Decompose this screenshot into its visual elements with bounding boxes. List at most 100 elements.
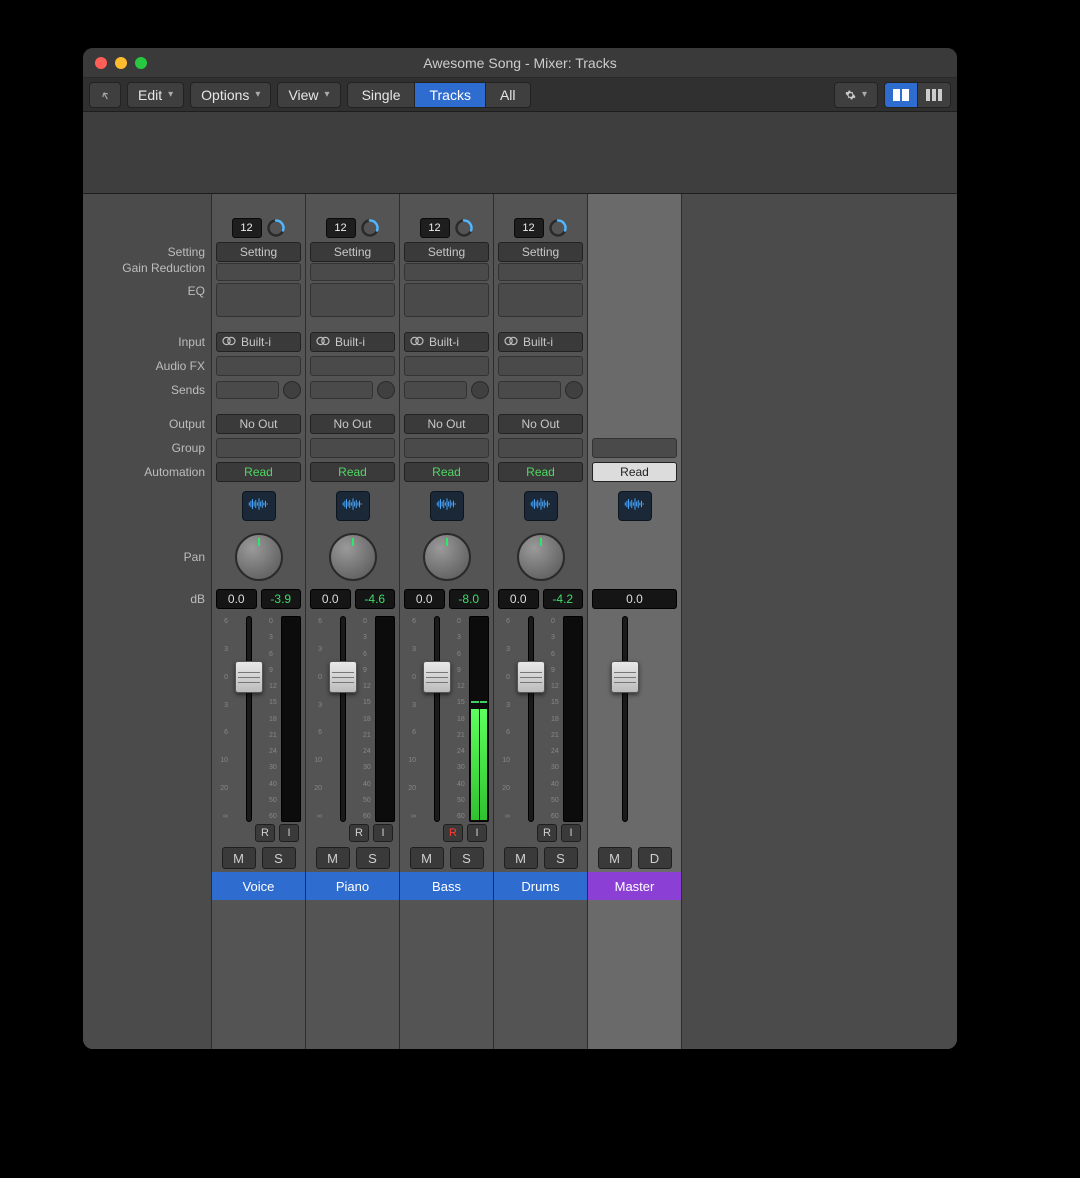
peak-db-value[interactable]: -4.6 — [355, 589, 396, 609]
dim-button[interactable]: D — [638, 847, 672, 869]
track-type-icon[interactable] — [242, 491, 276, 521]
mute-button[interactable]: M — [410, 847, 444, 869]
group-slot[interactable] — [216, 438, 301, 458]
output-slot[interactable]: No Out — [498, 414, 583, 434]
volume-fader[interactable] — [246, 616, 252, 822]
peak-db-value[interactable]: -8.0 — [449, 589, 490, 609]
input-slot[interactable]: Built-i — [404, 332, 489, 352]
group-slot[interactable] — [498, 438, 583, 458]
send-level-knob[interactable] — [377, 381, 395, 399]
options-menu[interactable]: Options▾ — [190, 82, 271, 108]
automation-mode[interactable]: Read — [216, 462, 301, 482]
mute-button[interactable]: M — [504, 847, 538, 869]
track-name-label[interactable]: Voice — [212, 872, 305, 900]
narrow-layout-button[interactable] — [918, 83, 950, 107]
record-enable-button[interactable]: R — [349, 824, 369, 842]
send-level-knob[interactable] — [471, 381, 489, 399]
input-slot[interactable]: Built-i — [498, 332, 583, 352]
settings-menu[interactable]: ▾ — [834, 82, 878, 108]
fader-handle[interactable] — [423, 661, 451, 693]
input-gain-knob[interactable] — [548, 218, 568, 238]
volume-fader[interactable] — [340, 616, 346, 822]
input-slot[interactable]: Built-i — [310, 332, 395, 352]
midi-channel-value[interactable]: 12 — [232, 218, 262, 238]
automation-mode[interactable]: Read — [310, 462, 395, 482]
audio-fx-slot[interactable] — [216, 356, 301, 376]
send-level-knob[interactable] — [565, 381, 583, 399]
edit-menu[interactable]: Edit▾ — [127, 82, 184, 108]
input-gain-knob[interactable] — [266, 218, 286, 238]
input-monitor-button[interactable]: I — [561, 824, 581, 842]
group-slot[interactable] — [592, 438, 677, 458]
volume-fader[interactable] — [434, 616, 440, 822]
midi-channel-value[interactable]: 12 — [514, 218, 544, 238]
solo-button[interactable]: S — [356, 847, 390, 869]
output-slot[interactable]: No Out — [310, 414, 395, 434]
track-name-label[interactable]: Piano — [306, 872, 399, 900]
view-mode-tracks[interactable]: Tracks — [415, 83, 485, 107]
record-enable-button[interactable]: R — [255, 824, 275, 842]
record-enable-button[interactable]: R — [443, 824, 463, 842]
automation-mode[interactable]: Read — [404, 462, 489, 482]
send-slot[interactable] — [404, 381, 467, 399]
wide-layout-button[interactable] — [885, 83, 918, 107]
fader-db-value[interactable]: 0.0 — [592, 589, 677, 609]
mute-button[interactable]: M — [316, 847, 350, 869]
automation-mode[interactable]: Read — [498, 462, 583, 482]
fader-handle[interactable] — [235, 661, 263, 693]
midi-channel-value[interactable]: 12 — [326, 218, 356, 238]
track-name-label[interactable]: Drums — [494, 872, 587, 900]
input-slot[interactable]: Built-i — [216, 332, 301, 352]
peak-db-value[interactable]: -4.2 — [543, 589, 584, 609]
fader-db-value[interactable]: 0.0 — [216, 589, 257, 609]
send-slot[interactable] — [498, 381, 561, 399]
fader-handle[interactable] — [611, 661, 639, 693]
midi-channel-value[interactable]: 12 — [420, 218, 450, 238]
view-mode-single[interactable]: Single — [348, 83, 416, 107]
fader-handle[interactable] — [329, 661, 357, 693]
pan-knob[interactable] — [517, 533, 565, 581]
pan-knob[interactable] — [423, 533, 471, 581]
setting-slot[interactable]: Setting — [404, 242, 489, 262]
mute-button[interactable]: M — [222, 847, 256, 869]
input-monitor-button[interactable]: I — [279, 824, 299, 842]
send-slot[interactable] — [216, 381, 279, 399]
audio-fx-slot[interactable] — [404, 356, 489, 376]
fader-db-value[interactable]: 0.0 — [310, 589, 351, 609]
eq-thumbnail[interactable] — [498, 283, 583, 317]
pan-knob[interactable] — [329, 533, 377, 581]
track-name-label[interactable]: Master — [588, 872, 681, 900]
track-type-icon[interactable] — [430, 491, 464, 521]
send-slot[interactable] — [310, 381, 373, 399]
solo-button[interactable]: S — [544, 847, 578, 869]
group-slot[interactable] — [310, 438, 395, 458]
audio-fx-slot[interactable] — [310, 356, 395, 376]
solo-button[interactable]: S — [262, 847, 296, 869]
fader-handle[interactable] — [517, 661, 545, 693]
peak-db-value[interactable]: -3.9 — [261, 589, 302, 609]
view-mode-all[interactable]: All — [486, 83, 530, 107]
track-type-icon[interactable] — [336, 491, 370, 521]
eq-thumbnail[interactable] — [216, 283, 301, 317]
eq-thumbnail[interactable] — [310, 283, 395, 317]
setting-slot[interactable]: Setting — [310, 242, 395, 262]
setting-slot[interactable]: Setting — [498, 242, 583, 262]
send-level-knob[interactable] — [283, 381, 301, 399]
pan-knob[interactable] — [235, 533, 283, 581]
eq-thumbnail[interactable] — [404, 283, 489, 317]
input-monitor-button[interactable]: I — [373, 824, 393, 842]
solo-button[interactable]: S — [450, 847, 484, 869]
volume-fader[interactable] — [528, 616, 534, 822]
output-slot[interactable]: No Out — [216, 414, 301, 434]
automation-mode[interactable]: Read — [592, 462, 677, 482]
group-slot[interactable] — [404, 438, 489, 458]
track-type-icon[interactable] — [524, 491, 558, 521]
record-enable-button[interactable]: R — [537, 824, 557, 842]
fader-db-value[interactable]: 0.0 — [404, 589, 445, 609]
view-menu[interactable]: View▾ — [277, 82, 340, 108]
input-gain-knob[interactable] — [360, 218, 380, 238]
track-type-icon[interactable] — [618, 491, 652, 521]
volume-fader[interactable] — [622, 616, 628, 822]
mute-button[interactable]: M — [598, 847, 632, 869]
link-button[interactable] — [89, 82, 121, 108]
